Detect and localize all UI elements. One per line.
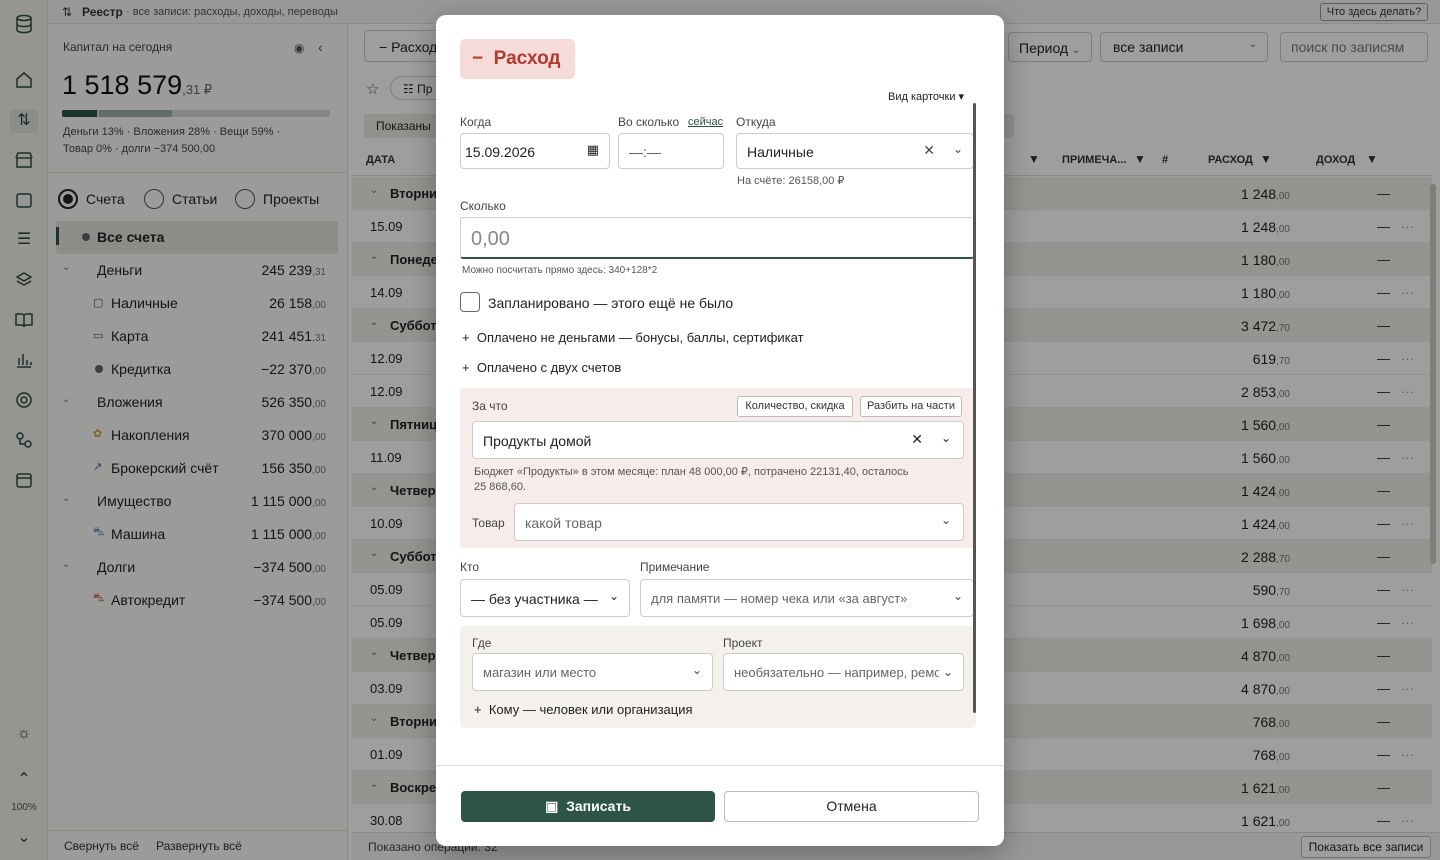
expense-type-badge[interactable]: − Расход xyxy=(460,39,575,79)
chevron-down-icon: ⌄ xyxy=(939,665,958,679)
budget-line-1: Бюджет «Продукты» в этом месяце: план 48… xyxy=(474,466,909,478)
plus-icon: + xyxy=(462,330,470,345)
for-what-section: За что Количество, скидка Разбить на час… xyxy=(460,388,976,548)
to-whom-toggle[interactable]: + Кому — человек или организация xyxy=(474,702,693,717)
two-accounts-toggle[interactable]: + Оплачено с двух счетов xyxy=(462,360,621,375)
note-input[interactable]: для памяти — номер чека или «за август» ⌄ xyxy=(640,579,974,617)
split-button[interactable]: Разбить на части xyxy=(860,396,962,417)
who-select[interactable]: — без участника — ⌄ xyxy=(460,579,630,617)
where-section: Где магазин или место ⌄ Проект необязател… xyxy=(460,626,976,728)
from-label: Откуда xyxy=(736,115,776,129)
amount-hint: Можно посчитать прямо здесь: 340+128*2 xyxy=(462,265,658,276)
budget-line-2: 25 868,60. xyxy=(474,481,526,493)
time-label: Во сколько xyxy=(618,115,680,129)
plus-icon: + xyxy=(462,360,470,375)
project-label: Проект xyxy=(723,636,763,650)
cancel-button[interactable]: Отмена xyxy=(724,791,979,822)
calendar-icon: ▦ xyxy=(586,142,599,157)
chevron-down-icon[interactable]: ⌄ xyxy=(953,142,963,156)
note-label: Примечание xyxy=(640,560,710,574)
time-now-link[interactable]: сейчас xyxy=(688,116,723,128)
goods-label: Товар xyxy=(472,516,505,530)
modal-footer: ▣ Записать Отмена xyxy=(436,765,1004,846)
date-input[interactable]: 15.09.2026 ▦ xyxy=(460,133,610,169)
save-icon: ▣ xyxy=(545,798,559,814)
chevron-down-icon: ⌄ xyxy=(691,663,702,677)
card-view-dropdown[interactable]: Вид карточки ▾ xyxy=(888,90,964,103)
from-account-select[interactable]: Наличные ✕ ⌄ xyxy=(736,133,974,169)
minus-icon: − xyxy=(472,48,484,69)
nonmoney-toggle[interactable]: + Оплачено не деньгами — бонусы, баллы, … xyxy=(462,330,804,345)
modal-scrollbar[interactable] xyxy=(973,103,976,713)
where-label: Где xyxy=(472,636,492,650)
chevron-down-icon: ⌄ xyxy=(952,589,963,603)
save-button[interactable]: ▣ Записать xyxy=(461,791,715,822)
when-label: Когда xyxy=(460,115,492,129)
chevron-down-icon: ⌄ xyxy=(608,589,619,603)
project-select[interactable]: необязательно — например, ремонт xyxy=(723,653,964,691)
category-select[interactable]: Продукты домой ✕ ⌄ xyxy=(472,421,964,459)
chevron-down-icon[interactable]: ⌄ xyxy=(941,431,951,445)
clear-icon[interactable]: ✕ xyxy=(911,431,923,448)
who-label: Кто xyxy=(460,560,480,574)
where-select[interactable]: магазин или место ⌄ xyxy=(472,653,713,691)
chevron-down-icon: ⌄ xyxy=(940,513,951,527)
planned-label[interactable]: Запланировано — этого ещё не было xyxy=(488,295,733,311)
time-input[interactable]: —:— xyxy=(618,133,724,169)
amount-label: Сколько xyxy=(460,199,506,213)
clear-icon[interactable]: ✕ xyxy=(923,142,935,159)
planned-checkbox[interactable] xyxy=(460,292,480,312)
amount-input[interactable]: 0,00 xyxy=(460,217,974,259)
goods-select[interactable]: какой товар ⌄ xyxy=(514,503,964,541)
from-balance: На счёте: 26158,00 ₽ xyxy=(737,175,845,187)
qty-discount-button[interactable]: Количество, скидка xyxy=(737,396,853,417)
for-what-label: За что xyxy=(472,399,508,413)
expense-dialog: − Расход Вид карточки ▾ Когда 15.09.2026… xyxy=(436,15,1004,846)
plus-icon: + xyxy=(474,702,482,717)
